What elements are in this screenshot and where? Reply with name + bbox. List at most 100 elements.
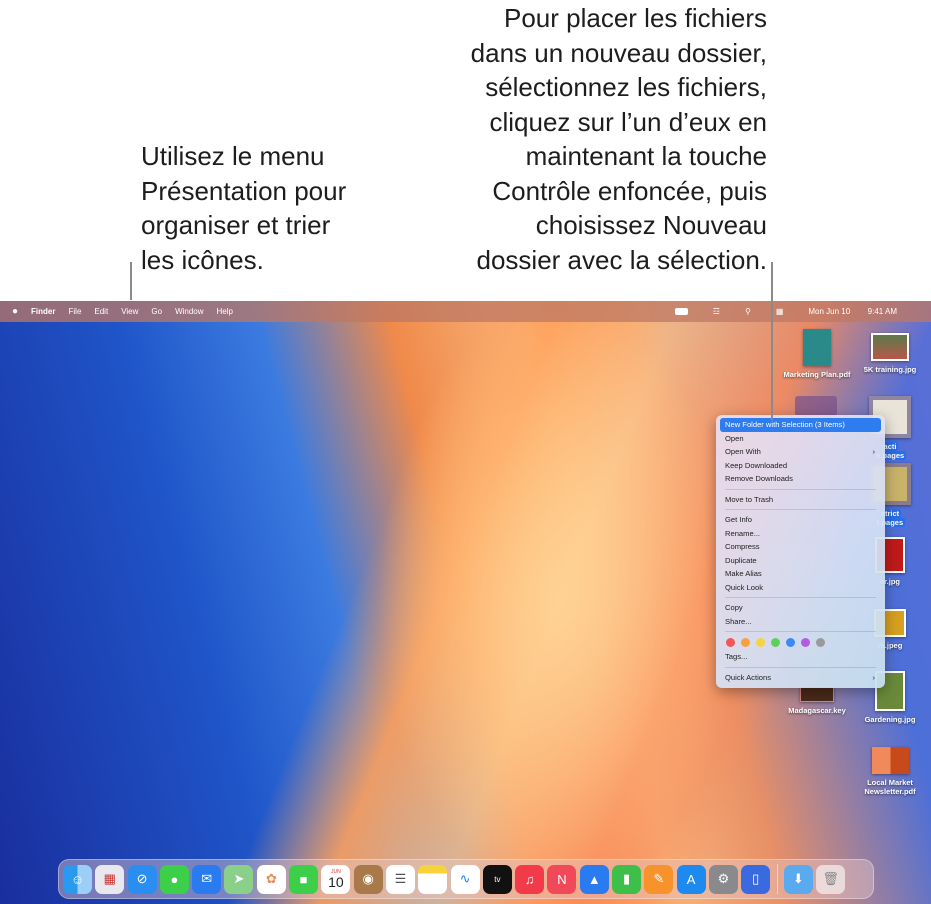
pdf-thumbnail (871, 747, 909, 774)
menu-item-keep-downloaded[interactable]: Keep Downloaded (720, 459, 881, 473)
desktop-file-marketing-plan[interactable]: Marketing Plan.pdf (782, 329, 852, 379)
desktop-file-madagascar[interactable]: Madagascar.key (782, 686, 852, 715)
callout-line: Pour placer les fichiers (504, 3, 767, 33)
menu-item-rename[interactable]: Rename... (720, 527, 881, 541)
callout-leader-line (130, 262, 132, 300)
menu-item-move-to-trash[interactable]: Move to Trash (720, 493, 881, 507)
menu-item-label: Open With (725, 447, 761, 456)
calendar-day: 10 (328, 873, 344, 890)
menu-separator (725, 631, 876, 632)
dock-facetime-icon[interactable]: ■ (289, 864, 319, 894)
wifi-icon[interactable]: ☲ (713, 307, 720, 316)
menu-bar: ● Finder File Edit View Go Window Help ☲… (0, 301, 931, 322)
tag-color-dot[interactable] (741, 638, 750, 647)
dock-mail-icon[interactable]: ✉ (192, 864, 222, 894)
dock-photos-icon[interactable]: ✿ (256, 864, 286, 894)
control-center-icon[interactable]: ▦ (776, 307, 784, 316)
dock-messages-icon[interactable]: ● (159, 864, 189, 894)
callout-line: Présentation pour (141, 175, 347, 206)
file-label: Madagascar.key (788, 706, 846, 715)
dock-calendar-icon[interactable]: JUN 10 (321, 864, 351, 894)
menu-item-tags[interactable]: Tags... (720, 650, 881, 664)
dock-trash-icon[interactable]: 🗑 (816, 864, 846, 894)
callout-line: Utilisez le menu (141, 141, 325, 171)
dock-safari-icon[interactable]: ⊘ (127, 864, 157, 894)
dock-iphone-mirroring-icon[interactable]: ▯ (741, 864, 771, 894)
menu-view[interactable]: View (121, 307, 138, 316)
dock-news-icon[interactable]: N (547, 864, 577, 894)
callout-line: les icônes. (141, 244, 264, 275)
dock-music-icon[interactable]: ♫ (515, 864, 545, 894)
menu-item-quick-actions[interactable]: Quick Actions › (720, 671, 881, 685)
apple-menu-icon[interactable]: ● (12, 306, 18, 317)
dock-tv-icon[interactable]: tv (482, 864, 512, 894)
dock-reminders-icon[interactable]: ☰ (385, 864, 415, 894)
callout-line: cliquez sur l’un d’eux en (489, 106, 768, 137)
menu-item-open-with[interactable]: Open With › (720, 445, 881, 459)
selected-file-thumbnail[interactable] (795, 396, 837, 416)
menu-item-make-alias[interactable]: Make Alias (720, 567, 881, 581)
desktop[interactable]: ● Finder File Edit View Go Window Help ☲… (0, 301, 931, 904)
menu-separator (725, 666, 876, 668)
status-area: ☲ ⚲ ▦ Mon Jun 10 9:41 AM (674, 301, 923, 322)
dock-freeform-icon[interactable]: ∿ (450, 864, 480, 894)
dock-numbers-icon[interactable]: ▮ (612, 864, 642, 894)
callout-line: dossier avec la sélection. (476, 244, 767, 275)
menu-time[interactable]: 9:41 AM (868, 307, 897, 316)
desktop-file-5k-training[interactable]: 5K training.jpg (855, 333, 925, 374)
dock-launchpad-icon[interactable]: ▦ (95, 864, 125, 894)
menu-window[interactable]: Window (175, 307, 203, 316)
menu-item-copy[interactable]: Copy (720, 601, 881, 615)
tag-color-dot[interactable] (816, 638, 825, 647)
dock-finder-icon[interactable]: ☺ (63, 864, 92, 894)
tag-color-dot[interactable] (756, 638, 765, 647)
tag-color-dot[interactable] (801, 638, 810, 647)
menu-item-label: Quick Actions (725, 672, 772, 682)
battery-icon[interactable] (674, 308, 688, 315)
menu-help[interactable]: Help (217, 307, 233, 316)
desktop-file-local-market-newsletter[interactable]: Local Market Newsletter.pdf (855, 747, 925, 796)
menu-finder[interactable]: Finder (31, 307, 55, 316)
menu-go[interactable]: Go (151, 307, 162, 316)
dock-keynote-icon[interactable]: ▲ (579, 864, 609, 894)
dock-contacts-icon[interactable]: ◉ (353, 864, 383, 894)
tag-color-dot[interactable] (771, 638, 780, 647)
callout-line: choisissez Nouveau (535, 210, 767, 240)
dock-notes-icon[interactable] (418, 864, 448, 894)
dock: ☺ ▦ ⊘ ● ✉ ➤ ✿ ■ JUN 10 ◉ ☰ ∿ tv ♫ N ▲ ▮ ✎… (58, 859, 874, 899)
menu-item-duplicate[interactable]: Duplicate (720, 554, 881, 568)
callout-line: maintenant la touche (525, 141, 767, 171)
menu-separator (725, 488, 876, 490)
spotlight-search-icon[interactable]: ⚲ (745, 307, 751, 316)
dock-separator (776, 864, 778, 894)
menu-item-get-info[interactable]: Get Info (720, 513, 881, 527)
dock-app-store-icon[interactable]: A (676, 864, 706, 894)
menu-item-share[interactable]: Share... (720, 615, 881, 629)
menu-file[interactable]: File (69, 307, 82, 316)
menu-separator (725, 597, 876, 598)
chevron-right-icon: › (872, 447, 875, 456)
file-label: Local Market (867, 778, 913, 787)
context-menu: New Folder with Selection (3 Items) Open… (716, 415, 885, 688)
file-label: Marketing Plan.pdf (783, 370, 851, 379)
tag-color-dot[interactable] (726, 638, 735, 647)
image-thumbnail (871, 333, 909, 361)
callout-view-menu: Utilisez le menu Présentation pour organ… (141, 139, 346, 277)
menu-item-quick-look[interactable]: Quick Look (720, 581, 881, 595)
tv-label: tv (494, 874, 501, 884)
dock-maps-icon[interactable]: ➤ (224, 864, 254, 894)
menu-item-compress[interactable]: Compress (720, 540, 881, 554)
callout-line: Contrôle enfoncée, puis (492, 175, 767, 206)
dock-system-settings-icon[interactable]: ⚙ (708, 864, 738, 894)
menu-item-new-folder-with-selection[interactable]: New Folder with Selection (3 Items) (720, 418, 881, 432)
menu-edit[interactable]: Edit (94, 307, 108, 316)
callout-line: sélectionnez les fichiers, (485, 72, 767, 102)
dock-pages-icon[interactable]: ✎ (644, 864, 674, 894)
pdf-thumbnail (803, 329, 831, 366)
menu-item-open[interactable]: Open (720, 432, 881, 446)
dock-downloads-icon[interactable]: ⬇ (783, 864, 813, 894)
file-label: Gardening.jpg (864, 715, 916, 724)
menu-date[interactable]: Mon Jun 10 (808, 307, 850, 316)
tag-color-dot[interactable] (786, 638, 795, 647)
menu-item-remove-downloads[interactable]: Remove Downloads (720, 472, 881, 486)
